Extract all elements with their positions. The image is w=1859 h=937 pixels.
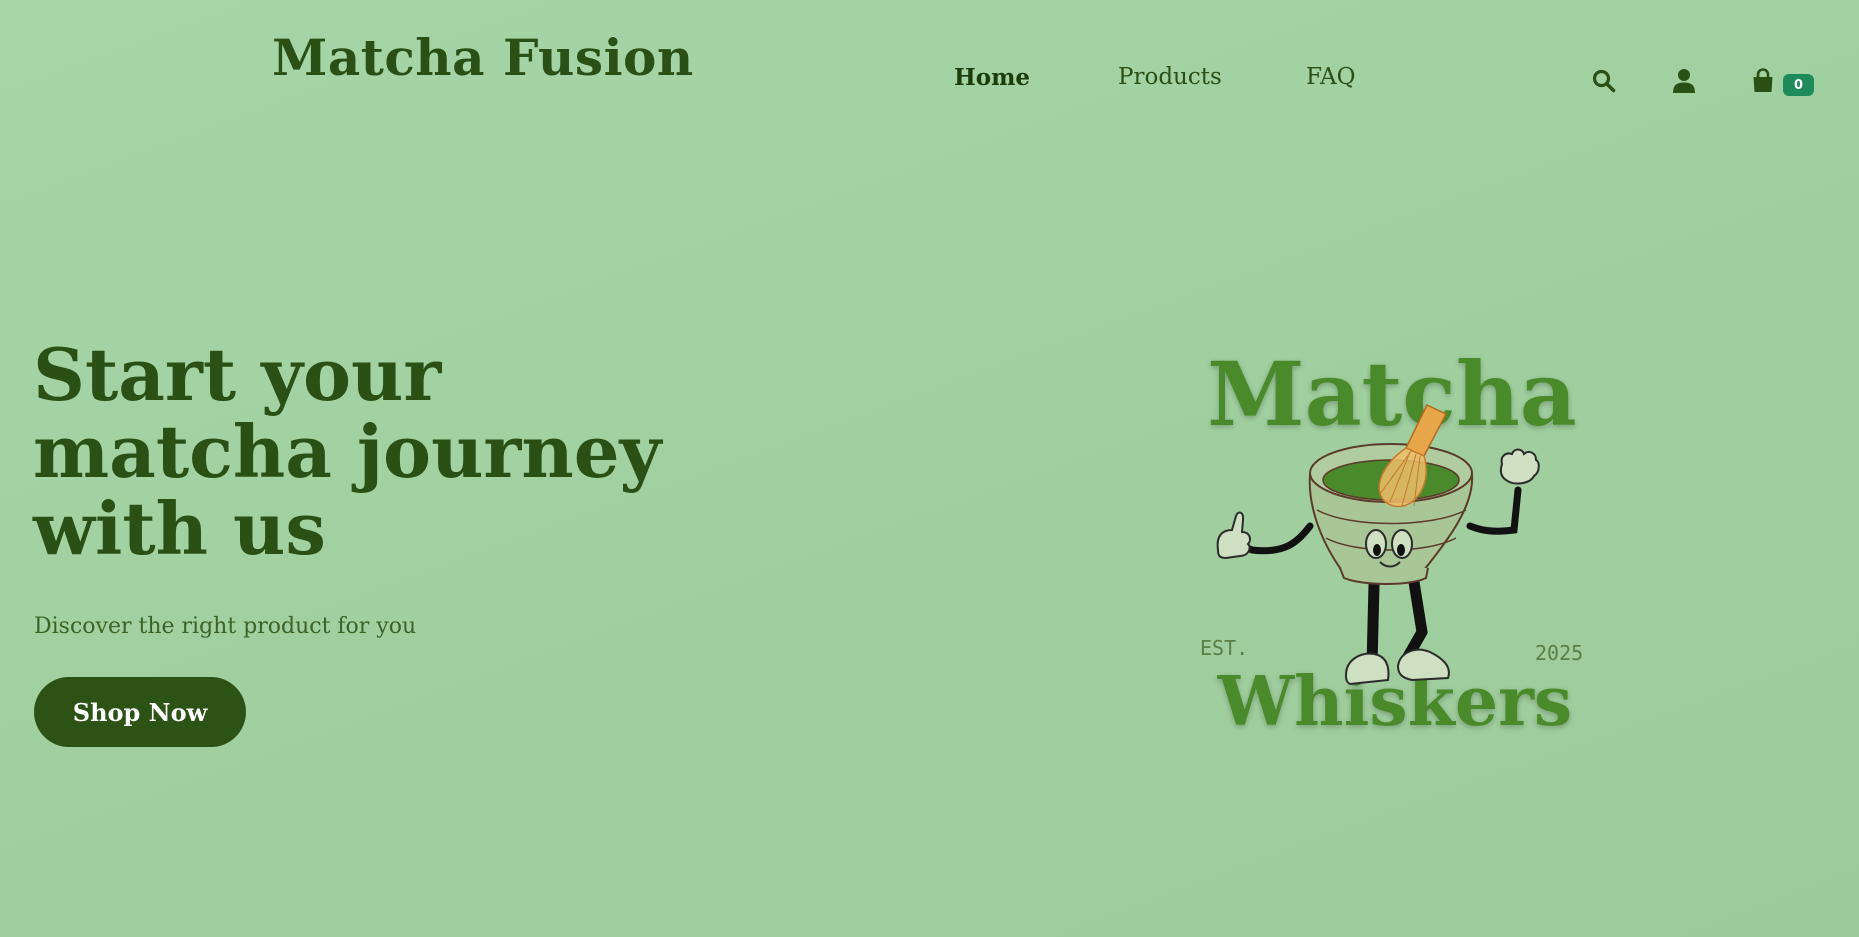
search-button[interactable] (1589, 66, 1619, 96)
cart-button[interactable] (1748, 66, 1778, 96)
hero-subtitle: Discover the right product for you (34, 614, 417, 639)
site-header: Matcha Fusion Home Products FAQ 0 (0, 0, 1859, 120)
logo-est-label: EST. (1200, 636, 1248, 660)
hero-title-line: with us (33, 486, 326, 571)
brand-logo-text[interactable]: Matcha Fusion (272, 28, 694, 87)
hero-title-line: matcha journey (33, 409, 662, 494)
shop-now-button[interactable]: Shop Now (34, 677, 246, 747)
nav-faq-link[interactable]: FAQ (1306, 64, 1355, 90)
search-icon (1592, 69, 1616, 93)
nav-products-link[interactable]: Products (1118, 64, 1222, 90)
account-button[interactable] (1669, 66, 1699, 96)
user-icon (1673, 69, 1695, 93)
logo-year: 2025 (1535, 641, 1583, 665)
cart-count-badge: 0 (1783, 74, 1814, 96)
shopping-bag-icon (1753, 68, 1773, 92)
logo-bottom-text: Whiskers (1217, 662, 1572, 742)
matcha-whiskers-logo: Matcha Whiskers EST. 2025 (1200, 342, 1583, 742)
logo-top-text: Matcha (1207, 342, 1577, 446)
matcha-bowl-character (1216, 404, 1540, 686)
nav-home-link[interactable]: Home (954, 64, 1030, 91)
hero-title-line: Start your (33, 332, 442, 417)
hero-title: Start your matcha journey with us (33, 336, 733, 567)
